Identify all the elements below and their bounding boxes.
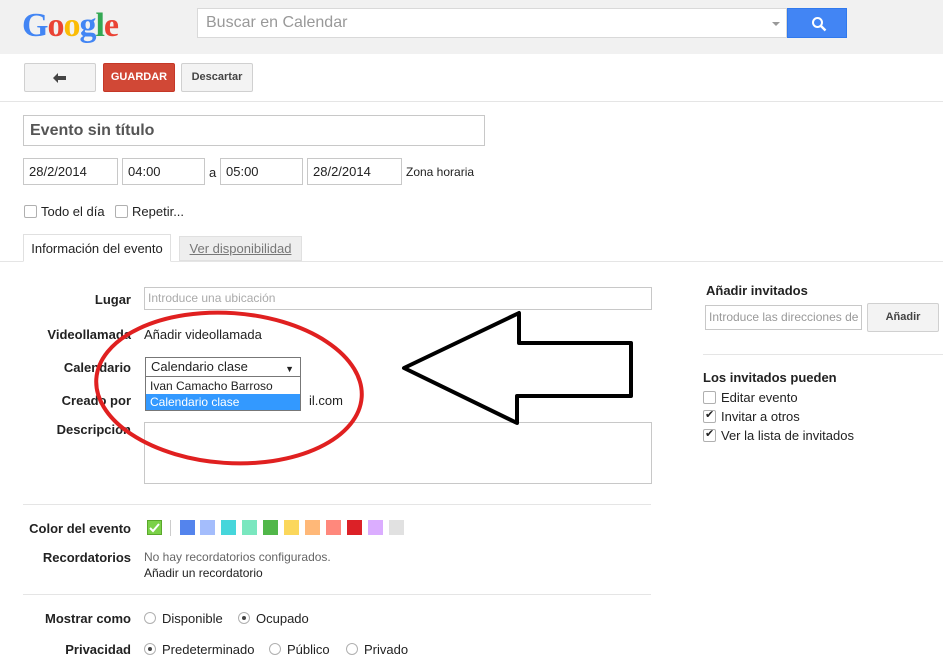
logo-letter: o (63, 7, 80, 44)
show-as-option: Ocupado (256, 611, 309, 626)
add-guest-button[interactable]: Añadir (867, 303, 939, 332)
tab-availability[interactable]: Ver disponibilidad (179, 236, 302, 261)
arrow-annotation (402, 311, 633, 425)
checkmark-icon (149, 523, 160, 533)
divider (703, 354, 943, 355)
divider (23, 504, 651, 505)
color-swatch[interactable] (200, 520, 215, 535)
privacy-default-radio[interactable] (144, 643, 156, 655)
permission-label: Editar evento (721, 390, 798, 405)
permission-see-list-checkbox[interactable] (703, 427, 716, 442)
logo-letter: o (47, 7, 64, 44)
start-date-input[interactable]: 28/2/2014 (23, 158, 118, 185)
divider (23, 594, 651, 595)
guest-permissions-title: Los invitados pueden (703, 370, 837, 385)
logo-letter: G (22, 7, 48, 44)
reminders-label: Recordatorios (42, 550, 131, 565)
start-time-input[interactable]: 04:00 (122, 158, 205, 185)
calendar-options-list: Ivan Camacho Barroso Calendario clase (145, 376, 301, 411)
search-box (197, 8, 787, 38)
logo-letter: e (103, 7, 119, 44)
logo-letter: g (79, 7, 96, 44)
color-swatch[interactable] (221, 520, 236, 535)
show-as-label: Mostrar como (45, 611, 131, 626)
color-swatch[interactable] (347, 520, 362, 535)
divider (0, 101, 943, 102)
google-logo[interactable]: Google (22, 6, 119, 46)
color-swatch[interactable] (180, 520, 195, 535)
color-swatch[interactable] (368, 520, 383, 535)
calendar-select[interactable]: Calendario clase ▼ (145, 357, 301, 377)
privacy-option: Público (287, 642, 330, 657)
event-color-label: Color del evento (29, 521, 131, 536)
discard-button[interactable]: Descartar (181, 63, 253, 92)
end-time-input[interactable]: 05:00 (220, 158, 303, 185)
swatch-separator (170, 520, 171, 536)
privacy-option: Privado (364, 642, 409, 657)
end-date-input[interactable]: 28/2/2014 (307, 158, 402, 185)
where-input[interactable]: Introduce una ubicación (144, 287, 652, 310)
calendar-option[interactable]: Ivan Camacho Barroso (146, 378, 300, 394)
show-as-available-radio[interactable] (144, 612, 156, 624)
show-as-busy-radio[interactable] (238, 612, 250, 624)
search-input[interactable] (198, 9, 768, 37)
search-icon (812, 17, 827, 32)
color-swatch[interactable] (242, 520, 257, 535)
to-label: a (209, 165, 217, 180)
description-textarea[interactable] (144, 422, 652, 484)
back-arrow-icon (53, 73, 66, 83)
tab-event-info[interactable]: Información del evento (23, 234, 171, 262)
event-title-input[interactable]: Evento sin título (23, 115, 485, 146)
description-label: Descripción (56, 422, 131, 437)
permission-invite-checkbox[interactable] (703, 408, 716, 423)
no-reminders-text: No hay recordatorios configurados. (144, 550, 331, 564)
privacy-option: Predeterminado (162, 642, 255, 657)
video-call-label: Videollamada (47, 327, 131, 342)
calendar-option-selected[interactable]: Calendario clase (146, 394, 300, 410)
search-options-icon[interactable] (772, 22, 780, 26)
color-swatch[interactable] (284, 520, 299, 535)
calendar-label: Calendario (63, 360, 131, 375)
guest-email-input[interactable]: Introduce las direcciones de correo (705, 305, 862, 330)
privacy-label: Privacidad (65, 642, 131, 657)
calendar-select-value: Calendario clase (151, 359, 248, 374)
add-video-call-link[interactable]: Añadir videollamada (144, 327, 262, 342)
add-reminder-link[interactable]: Añadir un recordatorio (144, 566, 263, 580)
where-label: Lugar (94, 292, 131, 307)
color-swatch-selected[interactable] (147, 520, 162, 535)
logo-letter: l (95, 7, 105, 44)
back-button[interactable] (24, 63, 96, 92)
color-swatch[interactable] (326, 520, 341, 535)
all-day-label: Todo el día (41, 204, 105, 219)
color-swatch[interactable] (263, 520, 278, 535)
color-swatch[interactable] (389, 520, 404, 535)
privacy-public-radio[interactable] (269, 643, 281, 655)
search-button[interactable] (787, 8, 847, 38)
show-as-option: Disponible (162, 611, 223, 626)
permission-label: Invitar a otros (721, 409, 800, 424)
privacy-private-radio[interactable] (346, 643, 358, 655)
save-button[interactable]: GUARDAR (103, 63, 175, 92)
repeat-label: Repetir... (132, 204, 185, 219)
permission-edit-checkbox[interactable] (703, 391, 716, 404)
add-guests-title: Añadir invitados (706, 283, 808, 298)
created-by-value: il.com (309, 393, 343, 408)
repeat-checkbox[interactable] (115, 205, 128, 218)
permission-label: Ver la lista de invitados (721, 428, 854, 443)
timezone-link[interactable]: Zona horaria (406, 165, 474, 179)
created-by-label: Creado por (61, 393, 131, 408)
color-swatch[interactable] (305, 520, 320, 535)
all-day-checkbox[interactable] (24, 205, 37, 218)
